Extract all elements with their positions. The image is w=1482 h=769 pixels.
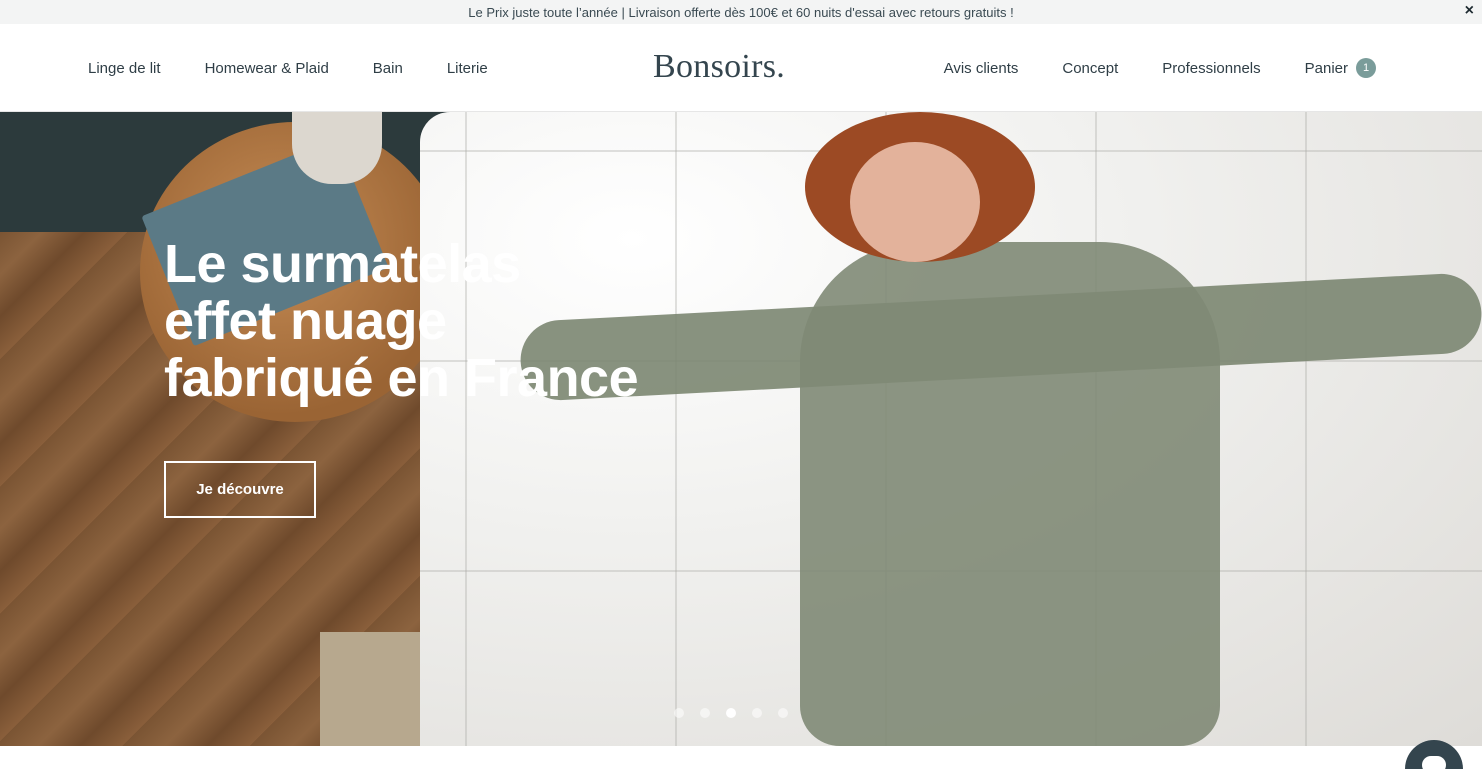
hero-banner: Le surmatelas effet nuage fabriqué en Fr… (0, 112, 1482, 746)
nav-item-professionnels[interactable]: Professionnels (1162, 60, 1260, 77)
announcement-bar: Le Prix juste toute l’année | Livraison … (0, 0, 1482, 24)
carousel-dot-5[interactable] (778, 708, 788, 718)
carousel-dot-2[interactable] (700, 708, 710, 718)
hero-title-line: effet nuage (164, 291, 447, 351)
cart-count-badge: 1 (1356, 58, 1376, 78)
nav-item-homewear-plaid[interactable]: Homewear & Plaid (205, 60, 329, 77)
chat-bubble-icon (1422, 756, 1446, 769)
site-header: Linge de lit Homewear & Plaid Bain Liter… (0, 24, 1482, 112)
brand-logo[interactable]: Bonsoirs. (653, 48, 785, 86)
hero-image-vase (292, 112, 382, 184)
nav-item-concept[interactable]: Concept (1062, 60, 1118, 77)
cart-label: Panier (1304, 59, 1348, 77)
close-icon[interactable]: × (1465, 2, 1474, 20)
nav-item-avis-clients[interactable]: Avis clients (944, 60, 1019, 77)
hero-title-line: fabriqué en France (164, 348, 639, 408)
nav-item-bain[interactable]: Bain (373, 60, 403, 77)
hero-title-line: Le surmatelas (164, 234, 521, 294)
main-nav-right: Avis clients Concept Professionnels Pani… (900, 24, 1376, 112)
hero-title: Le surmatelas effet nuage fabriqué en Fr… (164, 234, 639, 408)
cart-link[interactable]: Panier 1 (1305, 58, 1376, 78)
discover-button[interactable]: Je découvre (164, 461, 316, 518)
carousel-dot-4[interactable] (752, 708, 762, 718)
carousel-dot-3[interactable] (726, 708, 736, 718)
carousel-dots (674, 708, 788, 718)
main-nav-left: Linge de lit Homewear & Plaid Bain Liter… (88, 24, 532, 112)
nav-item-literie[interactable]: Literie (447, 60, 488, 77)
hero-image-person-body (800, 242, 1220, 746)
nav-item-linge-de-lit[interactable]: Linge de lit (88, 60, 161, 77)
announcement-text: Le Prix juste toute l’année | Livraison … (468, 4, 1014, 20)
hero-image-person-face (850, 142, 980, 262)
carousel-dot-1[interactable] (674, 708, 684, 718)
